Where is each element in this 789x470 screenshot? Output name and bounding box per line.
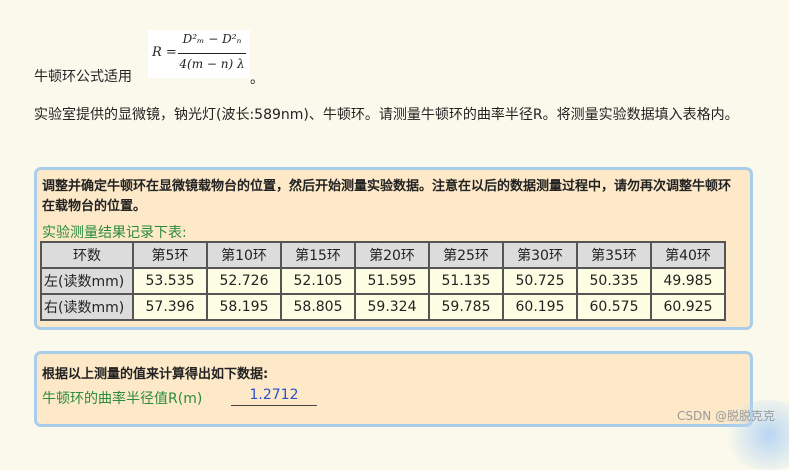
- reading-input[interactable]: 60.575: [576, 293, 652, 321]
- intro-text: 实验室提供的显微镜，钠光灯(波长:589nm)、牛顿环。请测量牛顿环的曲率半径R…: [34, 107, 739, 123]
- row-label-left: 左(读数mm): [40, 267, 134, 295]
- watermark: CSDN @脱脱克克: [676, 409, 775, 423]
- reading-input[interactable]: 59.785: [428, 293, 504, 321]
- measurement-panel: 调整并确定牛顿环在显微镜载物台的位置，然后开始测量实验数据。注意在以后的数据测量…: [34, 167, 753, 330]
- reading-input[interactable]: 50.335: [576, 267, 652, 295]
- measurement-table: 环数 第5环 第10环 第15环 第20环 第25环 第30环 第35环 第40…: [40, 241, 726, 321]
- table-header-row: 环数 第5环 第10环 第15环 第20环 第25环 第30环 第35环 第40…: [40, 241, 726, 269]
- row-label-right: 右(读数mm): [40, 293, 134, 321]
- formula-lhs: R =: [152, 45, 177, 60]
- reading-input[interactable]: 60.925: [650, 293, 726, 321]
- reading-input[interactable]: 58.195: [206, 293, 282, 321]
- table-row-right: 右(读数mm) 57.396 58.195 58.805 59.324 59.7…: [40, 293, 726, 321]
- reading-input[interactable]: 51.135: [428, 267, 504, 295]
- reading-input[interactable]: 52.105: [280, 267, 356, 295]
- corner-header: 环数: [40, 241, 134, 269]
- column-header: 第25环: [428, 241, 504, 269]
- reading-input[interactable]: 51.595: [354, 267, 430, 295]
- column-header: 第15环: [280, 241, 356, 269]
- instruction-text: 调整并确定牛顿环在显微镜载物台的位置，然后开始测量实验数据。注意在以后的数据测量…: [42, 179, 732, 214]
- radius-label: 牛顿环的曲率半径值R(m): [42, 391, 203, 407]
- reading-input[interactable]: 49.985: [650, 267, 726, 295]
- column-header: 第20环: [354, 241, 430, 269]
- column-header: 第5环: [132, 241, 208, 269]
- reading-input[interactable]: 57.396: [132, 293, 208, 321]
- column-header: 第35环: [576, 241, 652, 269]
- formula-image: R = D²ₘ − D²ₙ 4(m − n) λ: [148, 30, 250, 78]
- table-caption: 实验测量结果记录下表:: [42, 225, 187, 241]
- reading-input[interactable]: 58.805: [280, 293, 356, 321]
- column-header: 第30环: [502, 241, 578, 269]
- formula-numerator: D²ₘ − D²ₙ: [182, 32, 242, 46]
- formula-prefix: 牛顿环公式适用: [34, 69, 132, 85]
- formula-suffix: 。: [250, 71, 264, 87]
- formula-line: 牛顿环公式适用 R = D²ₘ − D²ₙ 4(m − n) λ 。: [34, 30, 334, 94]
- reading-input[interactable]: 53.535: [132, 267, 208, 295]
- formula-denominator: 4(m − n) λ: [179, 57, 245, 71]
- reading-input[interactable]: 60.195: [502, 293, 578, 321]
- result-panel: 根据以上测量的值来计算得出如下数据: 牛顿环的曲率半径值R(m): [34, 351, 753, 427]
- reading-input[interactable]: 52.726: [206, 267, 282, 295]
- table-row-left: 左(读数mm) 53.535 52.726 52.105 51.595 51.1…: [40, 267, 726, 295]
- formula-fraction-bar: [178, 53, 246, 54]
- column-header: 第40环: [650, 241, 726, 269]
- reading-input[interactable]: 59.324: [354, 293, 430, 321]
- column-header: 第10环: [206, 241, 282, 269]
- radius-input[interactable]: [231, 385, 317, 406]
- reading-input[interactable]: 50.725: [502, 267, 578, 295]
- result-title: 根据以上测量的值来计算得出如下数据:: [42, 367, 269, 382]
